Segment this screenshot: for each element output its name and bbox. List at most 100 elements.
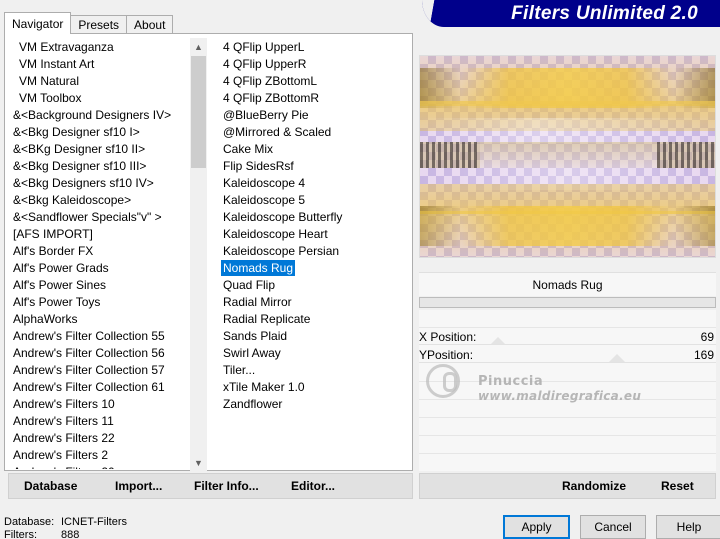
tab-presets[interactable]: Presets [70,15,128,34]
status-database-value: ICNET-Filters [61,516,127,528]
list-item-label: Alf's Border FX [13,244,94,258]
filter-list-item[interactable]: Swirl Away [221,345,411,362]
filter-list-item[interactable]: Kaleidoscope Butterfly [221,209,411,226]
param-x-position[interactable]: X Position: 69 [419,328,716,345]
apply-button[interactable]: Apply [503,515,570,539]
list-item-label: &<Bkg Designer sf10 I> [13,125,140,139]
cancel-button[interactable]: Cancel [580,515,646,539]
category-list-item[interactable]: Andrew's Filter Collection 57 [11,362,189,379]
filter-list-item[interactable]: @BlueBerry Pie [221,107,411,124]
filter-info-button[interactable]: Filter Info... [194,479,259,493]
category-list-item[interactable]: Andrew's Filters 10 [11,396,189,413]
category-list-item[interactable]: &<BKg Designer sf10 II> [11,141,189,158]
right-button-bar: Randomize Reset [419,473,716,499]
list-item-label: Kaleidoscope Butterfly [223,210,343,224]
category-list-item[interactable]: Andrew's Filters 11 [11,413,189,430]
filter-list-item[interactable]: Kaleidoscope 5 [221,192,411,209]
category-list-item[interactable]: &<Background Designers IV> [11,107,189,124]
filter-list-item[interactable]: Radial Mirror [221,294,411,311]
app-banner: Filters Unlimited 2.0 [422,0,720,27]
list-item-label: Andrew's Filter Collection 57 [13,363,165,377]
list-item-label: Alf's Power Sines [13,278,106,292]
status-filters-label: Filters: [4,529,37,539]
import-button[interactable]: Import... [115,479,162,493]
tab-bar: Navigator Presets About [4,12,174,34]
list-item-label: Kaleidoscope Persian [223,244,340,258]
list-item-label: Zandflower [223,397,283,411]
category-list-item[interactable]: Andrew's Filters 22 [11,430,189,447]
editor-button[interactable]: Editor... [291,479,335,493]
list-item-label: &<Background Designers IV> [13,108,172,122]
filter-list-item[interactable]: Kaleidoscope Persian [221,243,411,260]
filter-list-item[interactable]: xTile Maker 1.0 [221,379,411,396]
filter-list-item[interactable]: @Mirrored & Scaled [221,124,411,141]
category-list-item[interactable]: Andrew's Filter Collection 61 [11,379,189,396]
list-item-label: VM Instant Art [19,57,95,71]
category-list-item[interactable]: &<Bkg Designer sf10 III> [11,158,189,175]
filter-list-item[interactable]: Zandflower [221,396,411,413]
watermark-logo-icon [426,364,460,398]
list-item-label: Andrew's Filter Collection 61 [13,380,165,394]
filter-list-item[interactable]: 4 QFlip UpperR [221,56,411,73]
filter-list-item[interactable]: Kaleidoscope 4 [221,175,411,192]
list-item-label: Andrew's Filters 2 [13,448,108,462]
category-list-item[interactable]: Andrew's Filter Collection 55 [11,328,189,345]
param-value: 169 [693,348,714,362]
tab-navigator[interactable]: Navigator [4,12,72,34]
filter-list-item[interactable]: 4 QFlip ZBottomR [221,90,411,107]
param-value: 69 [700,330,714,344]
category-list-item[interactable]: AlphaWorks [11,311,189,328]
filter-list-item[interactable]: 4 QFlip UpperL [221,39,411,56]
tab-about[interactable]: About [126,15,174,34]
scroll-up-icon[interactable]: ▲ [190,38,207,55]
category-list-item[interactable]: Andrew's Filter Collection 56 [11,345,189,362]
list-item-label: Swirl Away [223,346,281,360]
list-item-label: Andrew's Filter Collection 56 [13,346,165,360]
category-list-item[interactable]: VM Instant Art [11,56,189,73]
scroll-down-icon[interactable]: ▼ [190,454,207,471]
filter-list-item[interactable]: Kaleidoscope Heart [221,226,411,243]
watermark-url: www.maldiregrafica.eu [478,389,642,403]
reset-button[interactable]: Reset [661,479,694,493]
category-list-item[interactable]: VM Toolbox [11,90,189,107]
watermark-name: Pinuccia [478,374,544,389]
filter-list-item[interactable]: 4 QFlip ZBottomL [221,73,411,90]
category-list-item[interactable]: VM Natural [11,73,189,90]
category-list-item[interactable]: Alf's Power Sines [11,277,189,294]
param-y-position[interactable]: YPosition: 169 [419,346,716,363]
category-scrollbar[interactable]: ▲ ▼ [190,38,207,471]
list-item-label: Quad Flip [223,278,276,292]
help-button[interactable]: Help [656,515,720,539]
category-list-item[interactable]: Alf's Power Toys [11,294,189,311]
category-list-item[interactable]: &<Bkg Designer sf10 I> [11,124,189,141]
list-item-label: Andrew's Filter Collection 55 [13,329,165,343]
filter-list-item[interactable]: Flip SidesRsf [221,158,411,175]
category-list-item[interactable]: VM Extravaganza [11,39,189,56]
list-item-label: Flip SidesRsf [223,159,294,173]
filter-list[interactable]: 4 QFlip UpperL 4 QFlip UpperR 4 QFlip ZBot… [221,39,411,469]
list-item-label: 4 QFlip ZBottomR [223,91,320,105]
filter-list-item[interactable]: Nomads Rug [221,260,411,277]
category-list-item[interactable]: &<Sandflower Specials"v" > [11,209,189,226]
watermark: Pinuccia www.maldiregrafica.eu [426,362,646,412]
category-list-item[interactable]: Andrew's Filters 20 [11,464,189,469]
category-list-item[interactable]: &<Bkg Designers sf10 IV> [11,175,189,192]
category-list-item[interactable]: Andrew's Filters 2 [11,447,189,464]
category-list-item[interactable]: Alf's Power Grads [11,260,189,277]
category-list-item[interactable]: &<Bkg Kaleidoscope> [11,192,189,209]
list-item-label: 4 QFlip ZBottomL [223,74,318,88]
category-list-item[interactable]: Alf's Border FX [11,243,189,260]
database-button[interactable]: Database [24,479,77,493]
list-item-label: Andrew's Filters 22 [13,431,115,445]
filter-list-item[interactable]: Quad Flip [221,277,411,294]
category-list-item[interactable]: [AFS IMPORT] [11,226,189,243]
filter-list-item[interactable]: Cake Mix [221,141,411,158]
filter-list-item[interactable]: Sands Plaid [221,328,411,345]
filter-list-item[interactable]: Radial Replicate [221,311,411,328]
scroll-thumb[interactable] [191,56,206,168]
list-item-label: Andrew's Filters 11 [13,414,114,428]
filter-preview [419,55,716,258]
category-list[interactable]: VM Extravaganza VM Instant Art VM Natural V… [11,39,189,469]
randomize-button[interactable]: Randomize [562,479,626,493]
filter-list-item[interactable]: Tiler... [221,362,411,379]
